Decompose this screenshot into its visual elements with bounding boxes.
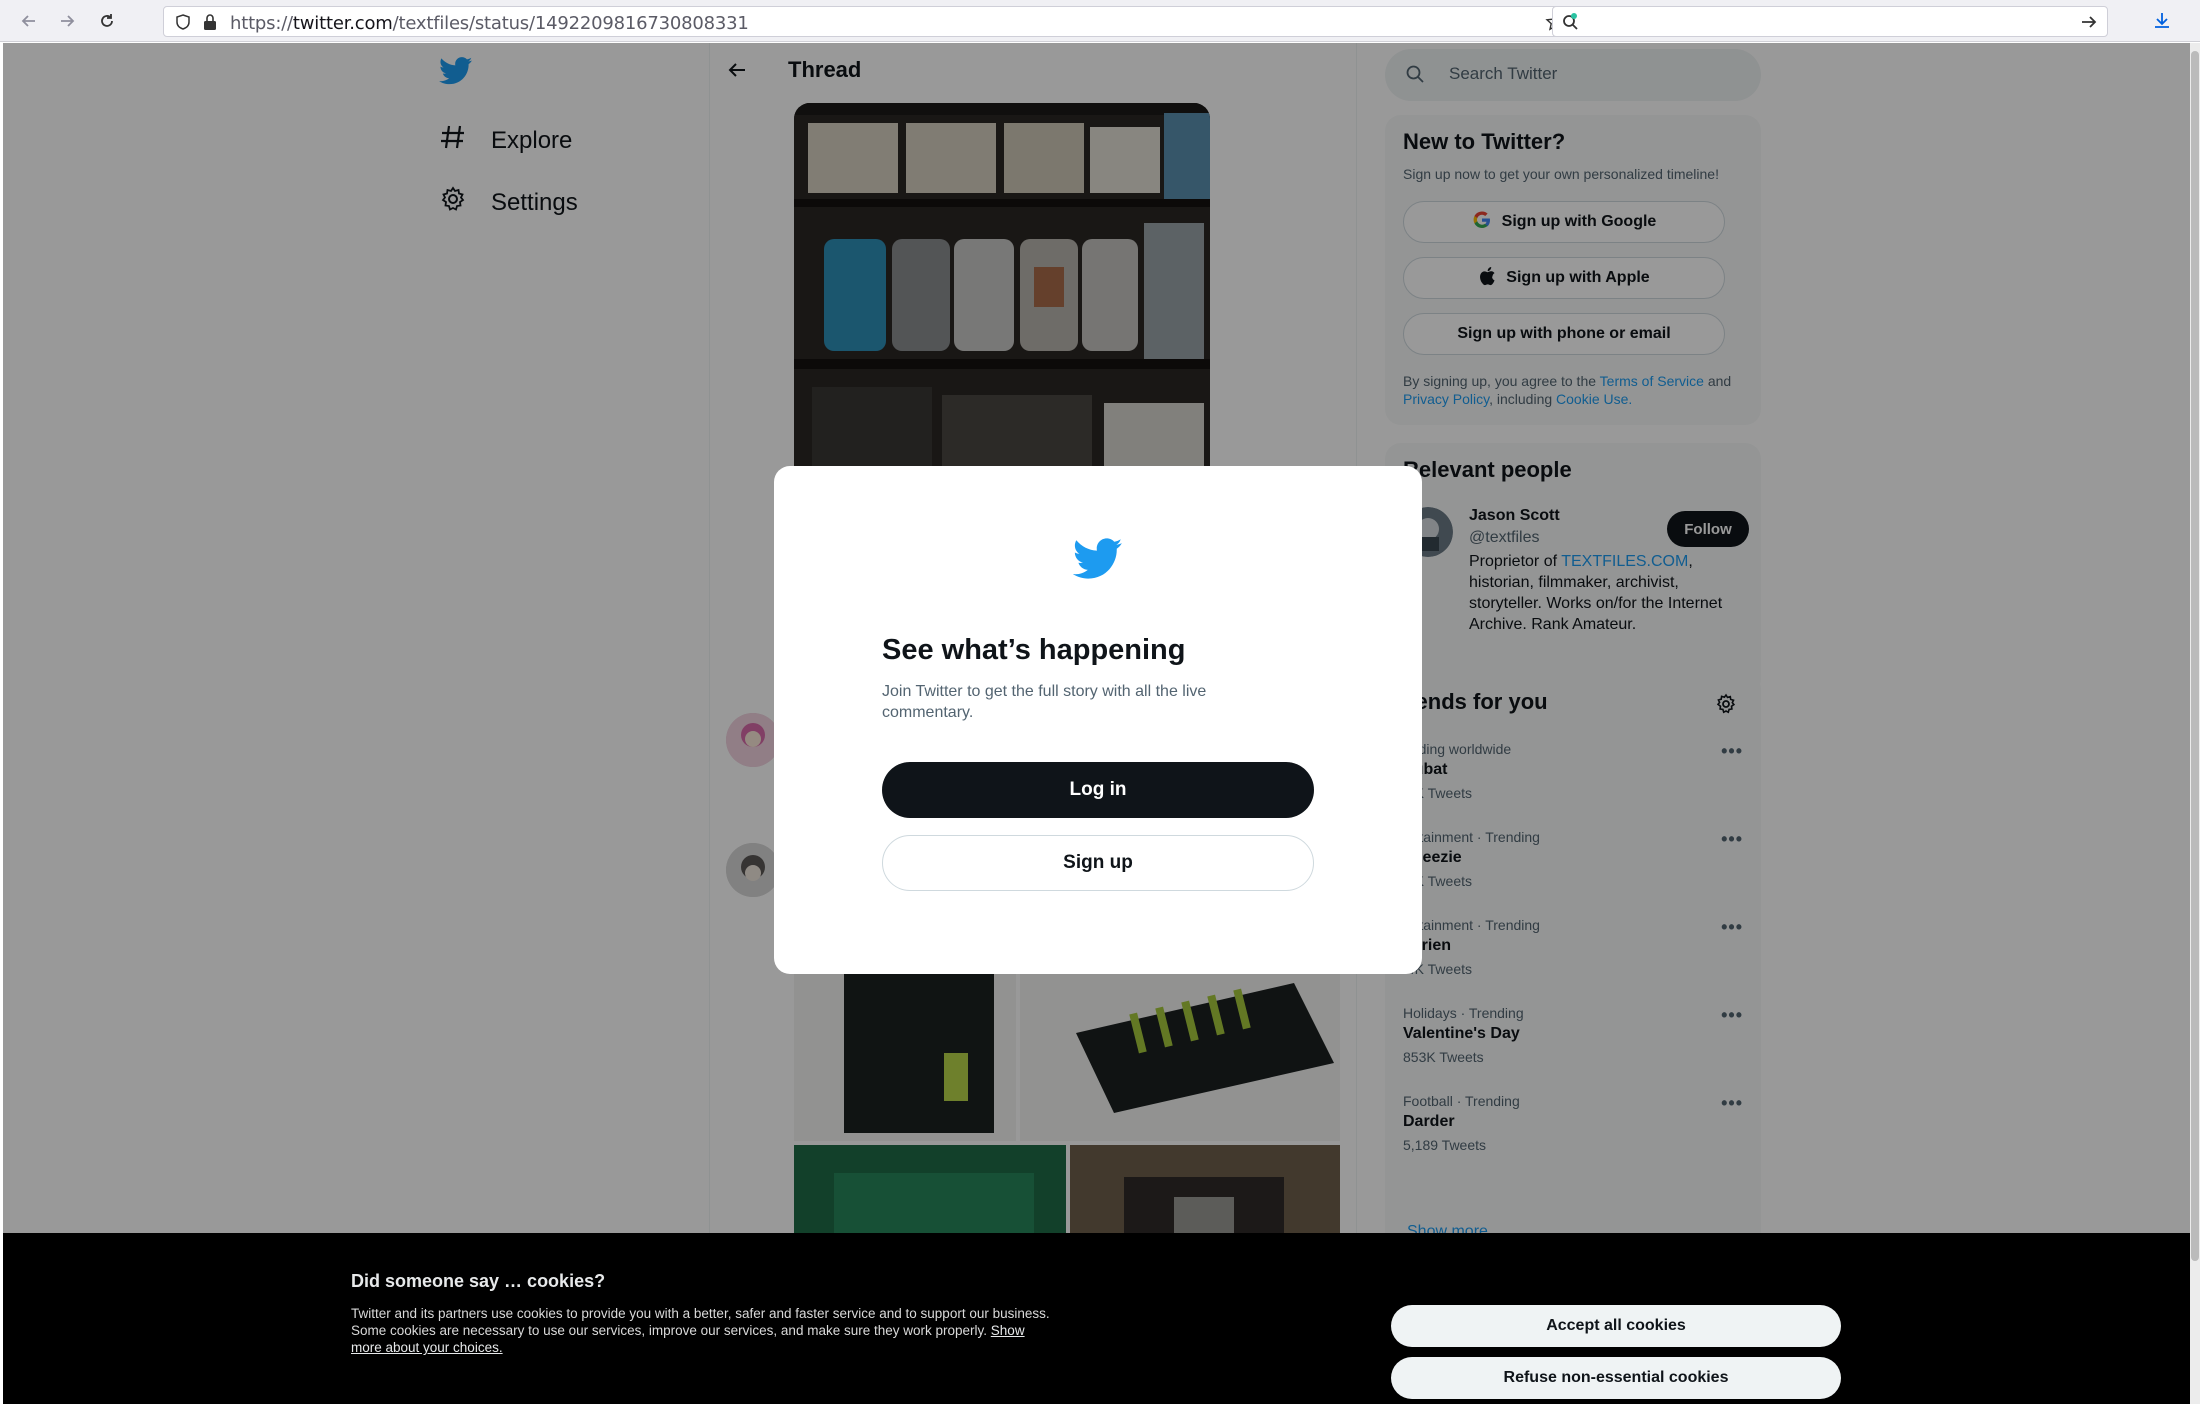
lock-icon[interactable]	[202, 13, 218, 36]
cookie-title: Did someone say … cookies?	[351, 1271, 606, 1291]
web-page: Explore Settings Thread Search Twitter N…	[3, 43, 2190, 1404]
login-modal: See what’s happening Join Twitter to get…	[774, 466, 1422, 974]
accept-cookies-button[interactable]: Accept all cookies	[1391, 1305, 1841, 1347]
go-arrow-icon[interactable]	[2079, 12, 2099, 37]
url-domain: twitter.com	[292, 13, 393, 34]
browser-search-bar[interactable]	[1552, 6, 2108, 37]
login-button[interactable]: Log in	[882, 762, 1314, 818]
refuse-cookies-button[interactable]: Refuse non-essential cookies	[1391, 1357, 1841, 1399]
search-engine-icon	[1561, 12, 1581, 37]
cookie-banner: Did someone say … cookies? Twitter and i…	[3, 1233, 2190, 1404]
modal-subtitle: Join Twitter to get the full story with …	[882, 683, 1207, 721]
url-prefix: https://	[230, 13, 293, 34]
reload-icon[interactable]	[94, 8, 120, 34]
url-path: /textfiles/status/1492209816730808331	[392, 13, 749, 34]
address-bar[interactable]: https://twitter.com/textfiles/status/149…	[163, 6, 1576, 37]
forward-icon[interactable]	[54, 8, 80, 34]
download-icon[interactable]	[2152, 10, 2172, 35]
shield-icon[interactable]	[174, 13, 192, 36]
modal-title: See what’s happening	[882, 634, 1186, 666]
twitter-logo-icon	[1072, 538, 1123, 585]
signup-button[interactable]: Sign up	[882, 835, 1314, 891]
scrollbar[interactable]	[2190, 43, 2200, 1404]
url-text[interactable]: https://twitter.com/textfiles/status/149…	[230, 13, 749, 34]
back-icon[interactable]	[16, 8, 42, 34]
scrollbar-thumb[interactable]	[2191, 51, 2199, 1261]
cookie-text: Twitter and its partners use cookies to …	[351, 1305, 1051, 1356]
cookie-body: Twitter and its partners use cookies to …	[351, 1306, 1050, 1338]
browser-toolbar: https://twitter.com/textfiles/status/149…	[0, 0, 2200, 42]
